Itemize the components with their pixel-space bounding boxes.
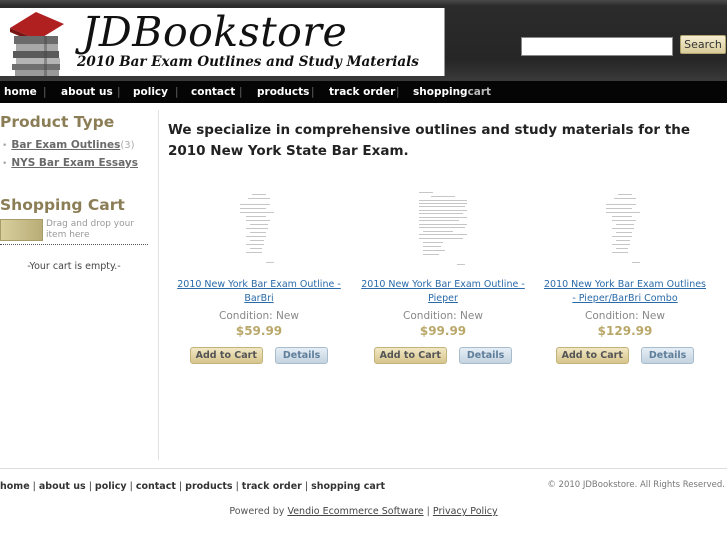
footer-link-contact[interactable]: contact [136,481,176,492]
vendio-link[interactable]: Vendio Ecommerce Software [287,506,423,517]
product-condition: Condition: New [219,310,299,322]
nav-products[interactable]: products [257,86,309,98]
nav-about-us[interactable]: about us [61,86,113,98]
privacy-policy-link[interactable]: Privacy Policy [433,506,498,517]
nav-separator: | [239,86,243,98]
powered-prefix: Powered by [229,506,285,517]
footer-link-shopping-cart[interactable]: shopping cart [311,481,385,492]
footer-link-products[interactable]: products [185,481,232,492]
product-thumbnail[interactable] [236,188,282,268]
nav-shopping-cart-part-b: cart [467,86,492,98]
book-stack-icon [10,12,64,76]
category-item: • Bar Exam Outlines(3) [2,139,135,151]
cart-drop-hint: Drag and drop your item here [46,219,135,240]
main-nav: home | about us | policy | contact | pro… [0,81,727,103]
search-button[interactable]: Search [680,35,726,54]
product-thumbnail[interactable] [415,188,471,268]
nav-separator: | [311,86,315,98]
add-to-cart-button[interactable]: Add to Cart [189,347,263,364]
product-price: $59.99 [235,324,283,338]
nav-shopping-cart[interactable]: shoppingcart [413,86,491,98]
sidebar-divider [158,110,159,460]
product-card: 2010 New York Bar Exam Outline - Pieper … [352,188,534,364]
product-card: 2010 New York Bar Exam Outline - BarBri … [168,188,350,364]
details-button[interactable]: Details [458,347,513,364]
footer-link-about-us[interactable]: about us [39,481,86,492]
site-logo[interactable]: JDBookstore 2010 Bar Exam Outlines and S… [0,8,445,76]
shopping-cart-heading: Shopping Cart [0,196,125,214]
add-to-cart-button[interactable]: Add to Cart [373,347,447,364]
nav-separator: | [43,86,47,98]
powered-by: Powered by Vendio Ecommerce Software | P… [0,506,727,517]
footer-divider [0,468,727,469]
footer-nav: home | about us | policy | contact | pro… [0,481,386,492]
product-price: $129.99 [597,324,653,338]
site-header: JDBookstore 2010 Bar Exam Outlines and S… [0,0,727,81]
product-thumbnail[interactable] [602,188,648,268]
nav-separator: | [396,86,400,98]
footer-link-policy[interactable]: policy [95,481,127,492]
logo-title: JDBookstore [82,8,348,56]
nav-separator: | [175,86,179,98]
nav-track-order[interactable]: track order [329,86,395,98]
cart-drop-zone-icon[interactable] [0,219,43,241]
product-actions: Add to Cart Details [168,343,350,364]
powered-separator: | [426,506,430,517]
product-price: $99.99 [419,324,467,338]
search-input[interactable] [521,37,673,56]
add-to-cart-button[interactable]: Add to Cart [555,347,629,364]
cart-divider [0,244,148,245]
product-title-link[interactable]: 2010 New York Bar Exam Outline - BarBri [168,278,350,306]
footer-link-home[interactable]: home [0,481,30,492]
bullet-icon: • [2,141,8,151]
nav-separator: | [117,86,121,98]
details-button[interactable]: Details [640,347,695,364]
nav-shopping-cart-part-a: shopping [413,86,468,98]
copyright-text: © 2010 JDBookstore. All Rights Reserved. [547,480,725,490]
product-condition: Condition: New [585,310,665,322]
logo-tagline: 2010 Bar Exam Outlines and Study Materia… [77,54,419,70]
product-actions: Add to Cart Details [541,343,709,364]
product-actions: Add to Cart Details [352,343,534,364]
bullet-icon: • [2,159,8,169]
category-link-nys-bar-exam-essays[interactable]: NYS Bar Exam Essays [11,157,138,169]
product-condition: Condition: New [403,310,483,322]
cart-empty-message: -Your cart is empty.- [27,261,121,272]
product-card: 2010 New York Bar Exam Outlines - Pieper… [541,188,709,364]
details-button[interactable]: Details [274,347,329,364]
product-title-link[interactable]: 2010 New York Bar Exam Outlines - Pieper… [541,278,709,306]
footer-link-track-order[interactable]: track order [242,481,302,492]
intro-text: We specialize in comprehensive outlines … [168,122,690,159]
nav-home[interactable]: home [4,86,37,98]
nav-contact[interactable]: contact [191,86,235,98]
category-item: • NYS Bar Exam Essays [2,157,138,169]
category-link-bar-exam-outlines[interactable]: Bar Exam Outlines [11,139,120,151]
category-count: (3) [120,140,135,151]
product-title-link[interactable]: 2010 New York Bar Exam Outline - Pieper [352,278,534,306]
nav-policy[interactable]: policy [133,86,168,98]
product-type-heading: Product Type [0,113,115,131]
